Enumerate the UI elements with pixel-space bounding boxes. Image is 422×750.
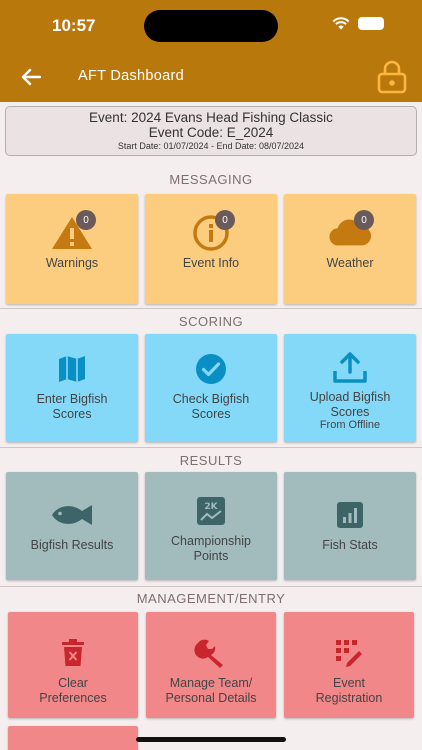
fish-stats-tile[interactable]: Fish Stats: [284, 472, 416, 580]
dynamic-island: [144, 10, 278, 42]
enter-bigfish-scores-tile[interactable]: Enter Bigfish Scores: [6, 334, 138, 442]
bigfish-results-label: Bigfish Results: [30, 538, 114, 552]
lock-button[interactable]: [376, 60, 408, 94]
divider: [0, 447, 422, 448]
championship-label-line2: Points: [193, 548, 229, 563]
registration-label-line1: Event: [333, 676, 365, 690]
event-info-badge: 0: [215, 210, 235, 230]
section-scoring: SCORING: [178, 314, 244, 329]
section-messaging: MESSAGING: [169, 172, 253, 187]
divider: [0, 308, 422, 309]
app-bar: AFT Dashboard: [0, 52, 422, 102]
event-dates: Start Date: 01/07/2024 - End Date: 08/07…: [117, 141, 305, 151]
event-name: Event: 2024 Evans Head Fishing Classic: [89, 110, 333, 125]
stats-icon-wrap: [328, 496, 372, 534]
lock-icon: [377, 60, 407, 94]
upload-label-sub: From Offline: [319, 419, 381, 431]
wifi-icon: [332, 17, 350, 30]
status-time: 10:57: [52, 16, 96, 35]
championship-label-line1: Championship: [171, 534, 251, 548]
map-icon: [59, 356, 85, 382]
manage-team-tile[interactable]: Manage Team/ Personal Details: [146, 612, 276, 718]
championship-points-tile[interactable]: 2K Championship Points: [145, 472, 277, 580]
event-code: Event Code: E_2024: [148, 125, 274, 140]
clear-preferences-tile[interactable]: Clear Preferences: [8, 612, 138, 718]
scoreboard-icon-wrap: 2K: [189, 492, 233, 530]
bar-chart-icon: [337, 502, 363, 528]
enter-label-line1: Enter Bigfish: [36, 392, 108, 406]
cloud-icon-wrap: 0: [328, 210, 374, 252]
team-label-line1: Manage Team/: [169, 676, 253, 690]
registration-icon-wrap: [327, 634, 371, 672]
enter-bigfish-scores-label: Enter Bigfish Scores: [37, 392, 108, 421]
upload-label-line1: Upload Bigfish: [309, 390, 391, 404]
wrench-icon: [194, 639, 223, 668]
event-registration-label: Event Registration: [316, 676, 383, 705]
info-icon-wrap: 0: [189, 210, 235, 252]
upload-label-line2: Scores: [330, 404, 370, 419]
clear-preferences-label: Clear Preferences: [39, 676, 106, 705]
map-icon-wrap: [50, 350, 94, 388]
enter-label-line2: Scores: [52, 406, 92, 421]
warnings-label: Warnings: [45, 256, 99, 270]
section-results: RESULTS: [179, 453, 243, 468]
status-bar: 10:57: [0, 0, 422, 52]
additional-management-tile[interactable]: [8, 726, 138, 750]
svg-text:2K: 2K: [204, 502, 218, 512]
check-label-line2: Scores: [191, 406, 231, 421]
delete-icon-wrap: [51, 634, 95, 672]
event-registration-tile[interactable]: Event Registration: [284, 612, 414, 718]
section-management: MANAGEMENT/ENTRY: [136, 591, 286, 606]
event-info-label: Event Info: [182, 256, 240, 270]
check-circle-icon: [196, 354, 226, 384]
battery-icon: [358, 17, 384, 30]
registration-label-line2: Registration: [315, 690, 383, 705]
clear-label-line2: Preferences: [39, 690, 107, 705]
fish-stats-label: Fish Stats: [322, 538, 378, 552]
page-title: AFT Dashboard: [78, 68, 184, 84]
check-icon-wrap: [189, 350, 233, 388]
upload-bigfish-scores-label: Upload Bigfish Scores From Offline: [310, 390, 391, 432]
bigfish-results-tile[interactable]: Bigfish Results: [6, 472, 138, 580]
registration-icon: [336, 640, 362, 667]
check-bigfish-scores-tile[interactable]: Check Bigfish Scores: [145, 334, 277, 442]
team-label-line2: Personal Details: [165, 690, 257, 705]
check-label-line1: Check Bigfish: [172, 392, 250, 406]
weather-badge: 0: [354, 210, 374, 230]
delete-icon: [62, 639, 84, 666]
scoreboard-icon: 2K: [197, 497, 225, 525]
upload-bigfish-scores-tile[interactable]: Upload Bigfish Scores From Offline: [284, 334, 416, 442]
back-arrow-icon: [21, 68, 41, 86]
weather-tile[interactable]: 0 Weather: [284, 194, 416, 304]
warning-icon-wrap: 0: [50, 210, 96, 252]
warnings-tile[interactable]: 0 Warnings: [6, 194, 138, 304]
weather-label: Weather: [326, 256, 374, 270]
upload-icon-wrap: [328, 348, 372, 386]
clear-label-line1: Clear: [58, 676, 88, 690]
divider: [0, 586, 422, 587]
fish-icon: [52, 505, 92, 525]
check-bigfish-scores-label: Check Bigfish Scores: [173, 392, 249, 421]
event-info-box: Event: 2024 Evans Head Fishing Classic E…: [5, 106, 417, 156]
championship-points-label: Championship Points: [171, 534, 251, 563]
home-indicator: [136, 737, 286, 742]
event-info-tile[interactable]: 0 Event Info: [145, 194, 277, 304]
wrench-icon-wrap: [189, 634, 233, 672]
upload-icon: [333, 352, 367, 383]
warnings-badge: 0: [76, 210, 96, 230]
fish-icon-wrap: [50, 496, 94, 534]
manage-team-label: Manage Team/ Personal Details: [165, 676, 256, 705]
status-icons: [332, 17, 384, 30]
back-button[interactable]: [18, 64, 44, 90]
